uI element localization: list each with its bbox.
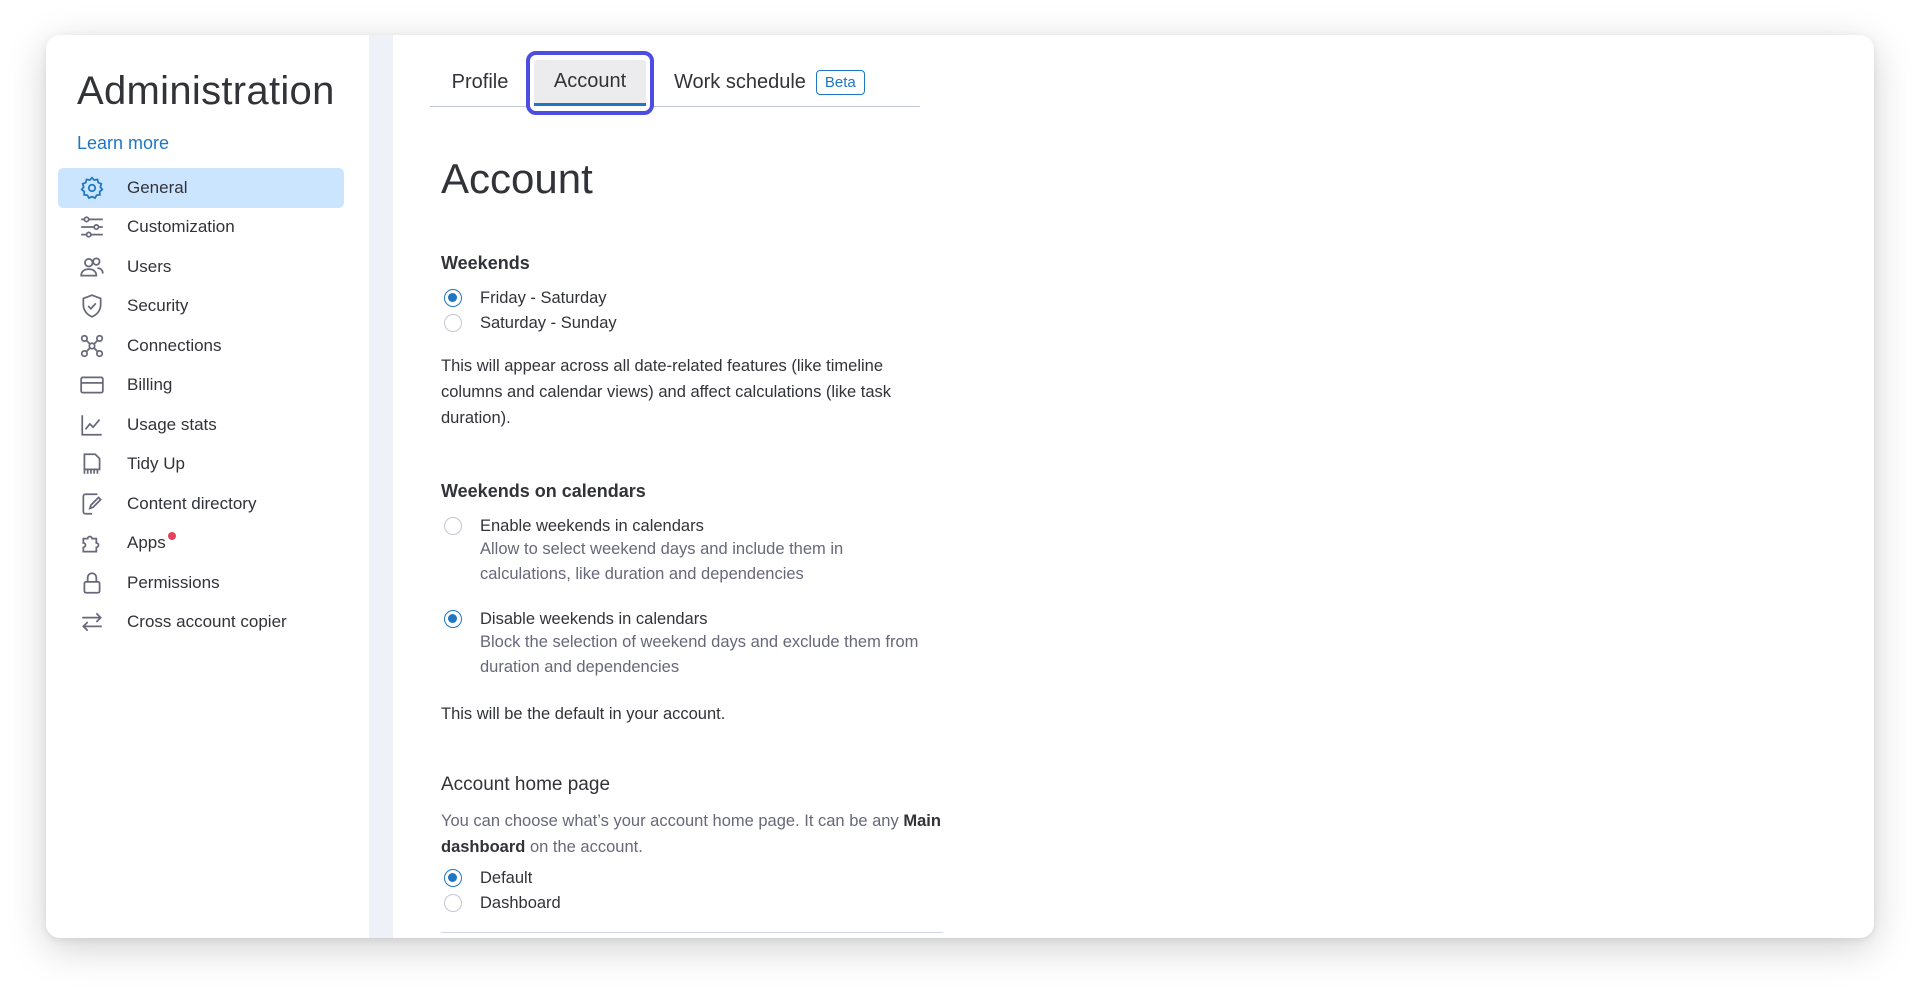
tab-account[interactable]: Account	[526, 51, 654, 115]
radio-button[interactable]	[444, 894, 462, 912]
broom-icon	[79, 451, 105, 477]
sidebar-item-cross-account-copier[interactable]: Cross account copier	[58, 603, 344, 643]
radio-enable-weekends[interactable]: Enable weekends in calendars Allow to se…	[444, 516, 880, 586]
radio-button[interactable]	[444, 517, 462, 535]
lock-icon	[79, 570, 105, 596]
radio-label: Friday - Saturday	[480, 289, 607, 307]
radio-label: Dashboard	[480, 894, 561, 912]
section-divider	[441, 932, 943, 933]
sidebar-item-label: Security	[127, 296, 189, 316]
weekends-description: This will appear across all date-related…	[441, 357, 892, 427]
home-page-description: You can choose what’s your account home …	[441, 808, 941, 860]
sidebar-item-general[interactable]: General	[58, 168, 344, 208]
sidebar-item-label: Users	[127, 256, 172, 276]
chart-icon	[79, 412, 105, 438]
radio-button-checked[interactable]	[444, 610, 462, 628]
sidebar-item-users[interactable]: Users	[58, 247, 344, 287]
sidebar-item-billing[interactable]: Billing	[58, 366, 344, 406]
notification-dot	[168, 531, 176, 540]
sidebar-item-label: General	[127, 177, 188, 197]
radio-button[interactable]	[444, 314, 462, 332]
sidebar-item-connections[interactable]: Connections	[58, 326, 344, 366]
radio-description: Allow to select weekend days and include…	[480, 540, 844, 583]
weekends-calendars-heading: Weekends on calendars	[441, 481, 646, 501]
admin-window: Administration Learn more General Custom…	[46, 35, 1874, 938]
sidebar-item-label: Billing	[127, 375, 173, 395]
tab-bar: Profile Account Work schedule Beta	[430, 51, 920, 115]
weekends-heading: Weekends	[441, 253, 530, 273]
sidebar-item-tidy-up[interactable]: Tidy Up	[58, 445, 344, 485]
beta-badge: Beta	[815, 69, 865, 95]
radio-disable-weekends[interactable]: Disable weekends in calendars Block the …	[444, 609, 920, 679]
sidebar-divider	[369, 35, 393, 938]
sidebar-item-label: Usage stats	[127, 414, 217, 434]
main-content: Profile Account Work schedule Beta Accou…	[393, 35, 1874, 938]
sidebar-item-customization[interactable]: Customization	[58, 208, 344, 248]
home-page-heading: Account home page	[441, 774, 611, 795]
sidebar-item-usage-stats[interactable]: Usage stats	[58, 405, 344, 445]
sidebar-item-label: Cross account copier	[127, 612, 287, 632]
sidebar-item-permissions[interactable]: Permissions	[58, 563, 344, 603]
gear-icon	[79, 175, 105, 201]
sidebar-title: Administration	[77, 69, 335, 113]
tab-profile[interactable]: Profile	[440, 57, 520, 107]
radio-home-dashboard[interactable]: Dashboard	[444, 893, 561, 914]
shield-icon	[79, 293, 105, 319]
sidebar-item-security[interactable]: Security	[58, 287, 344, 327]
learn-more-link[interactable]: Learn more	[77, 133, 169, 154]
sidebar-item-content-directory[interactable]: Content directory	[58, 484, 344, 524]
sidebar-item-label: Connections	[127, 335, 222, 355]
tab-work-schedule[interactable]: Work schedule Beta	[664, 57, 904, 107]
radio-label: Enable weekends in calendars	[480, 517, 704, 535]
credit-card-icon	[79, 372, 105, 398]
calendars-default-note: This will be the default in your account…	[441, 705, 726, 723]
document-edit-icon	[79, 491, 105, 517]
radio-button-checked[interactable]	[444, 289, 462, 307]
radio-button-checked[interactable]	[444, 869, 462, 887]
radio-label: Saturday - Sunday	[480, 314, 617, 332]
arrows-swap-icon	[79, 609, 105, 635]
home-page-desc-prefix: You can choose what’s your account home …	[441, 812, 899, 830]
home-page-desc-suffix: on the account.	[529, 838, 643, 856]
sidebar-item-label: Apps	[127, 533, 166, 553]
sidebar-nav: General Customization Users Security Con…	[58, 168, 344, 642]
sidebar-item-label: Content directory	[127, 493, 257, 513]
page-title: Account	[441, 155, 593, 202]
radio-saturday-sunday[interactable]: Saturday - Sunday	[444, 313, 617, 334]
sliders-icon	[79, 214, 105, 240]
radio-description: Block the selection of weekend days and …	[480, 633, 919, 676]
sidebar-item-label: Permissions	[127, 572, 220, 592]
sidebar: Administration Learn more General Custom…	[46, 35, 369, 938]
sidebar-item-apps[interactable]: Apps	[58, 524, 344, 564]
tab-account-label: Account	[534, 60, 646, 106]
connections-icon	[79, 333, 105, 359]
puzzle-icon	[79, 530, 105, 556]
radio-label: Default	[480, 869, 533, 887]
radio-label: Disable weekends in calendars	[480, 610, 708, 628]
radio-friday-saturday[interactable]: Friday - Saturday	[444, 288, 607, 309]
users-icon	[79, 254, 105, 280]
tab-work-schedule-label: Work schedule	[674, 70, 806, 93]
radio-home-default[interactable]: Default	[444, 868, 532, 889]
sidebar-item-label: Tidy Up	[127, 454, 185, 474]
sidebar-item-label: Customization	[127, 217, 235, 237]
